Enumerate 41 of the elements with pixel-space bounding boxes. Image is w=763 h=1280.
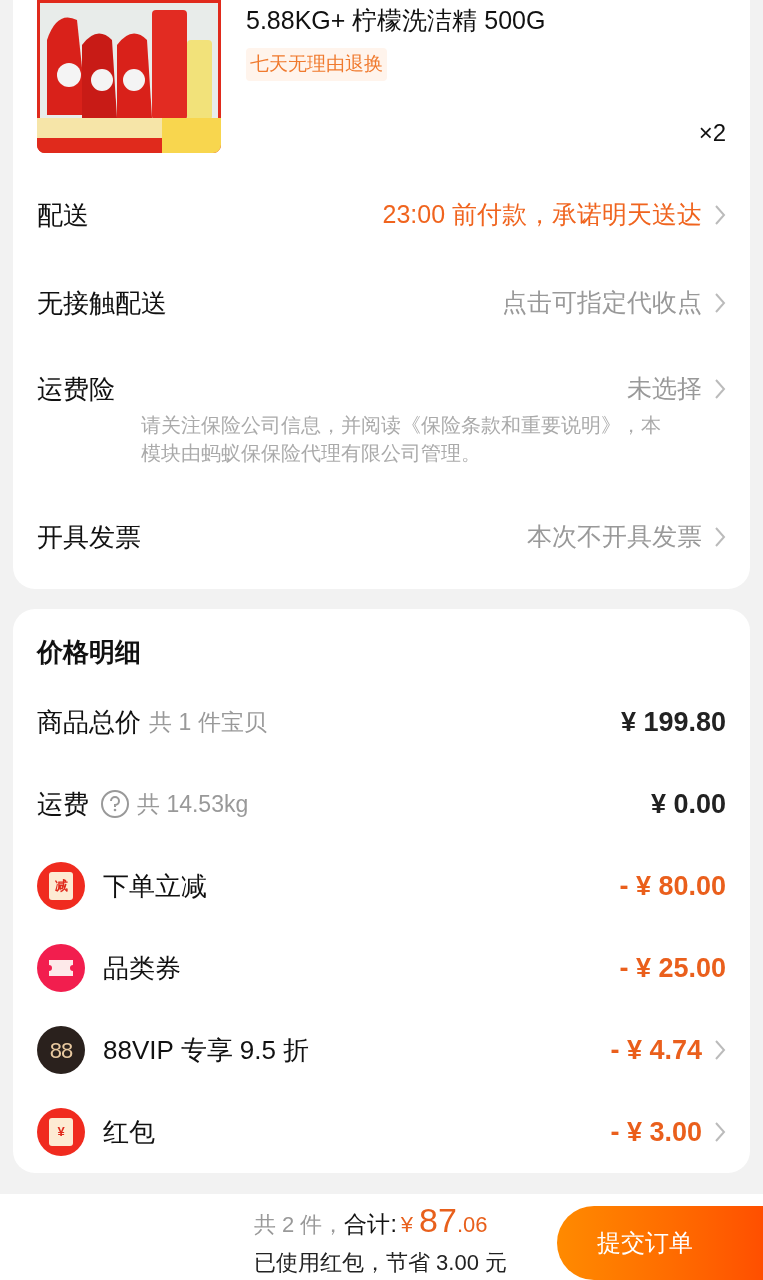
vip-badge-icon: 88 — [37, 1026, 85, 1074]
option-label: 开具发票 — [37, 520, 141, 554]
chevron-icon — [714, 526, 726, 548]
price-label: 88VIP 专享 9.5 折 — [103, 1033, 310, 1067]
option-value-link[interactable]: 未选择 — [627, 370, 726, 408]
help-icon[interactable] — [101, 790, 129, 818]
option-value-link[interactable]: 23:00 前付款，承诺明天送达 — [382, 196, 726, 234]
price-amount: - ¥ 25.00 — [619, 951, 726, 985]
price-amount: - ¥ 4.74 — [610, 1033, 702, 1067]
option-label: 配送 — [37, 198, 89, 232]
envelope-icon: ¥ — [37, 1108, 85, 1156]
price-label: 品类券 — [103, 951, 181, 985]
chevron-icon — [714, 292, 726, 314]
quantity-text: ×2 — [698, 119, 726, 146]
option-label: 无接触配送 — [37, 286, 167, 320]
insurance-note: 请关注保险公司信息，并阅读《保险条款和重要说明》，本模块由蚂蚁保保险代理有限公司管理。 — [140, 413, 662, 466]
savings-text: 已使用红包，节省 3.00 元 — [254, 1249, 508, 1277]
section-title: 价格明细 — [37, 636, 142, 669]
product-title: 5.88KG+ 柠檬洗洁精 500G — [246, 5, 547, 36]
price-label: 红包 — [103, 1115, 155, 1149]
submit-order-button[interactable]: 提交订单 — [557, 1206, 763, 1280]
chevron-icon — [714, 378, 726, 400]
price-amount: ¥ 199.80 — [620, 705, 726, 739]
option-label: 运费险 — [37, 372, 115, 406]
option-value-link[interactable]: 本次不开具发票 — [527, 518, 726, 556]
envelope-icon: 减 — [37, 862, 85, 910]
price-sublabel: 共 1 件宝贝 — [149, 707, 267, 737]
ticket-icon — [37, 944, 85, 992]
price-label: 商品总价 — [37, 705, 141, 739]
price-amount: - ¥ 80.00 — [619, 869, 726, 903]
total-amount: ¥ 87.06 — [400, 1200, 488, 1241]
item-count: 共 2 件， — [254, 1211, 345, 1239]
total-label: 合计: — [344, 1210, 397, 1239]
option-value-link[interactable]: 点击可指定代收点 — [502, 284, 726, 322]
price-sublabel: 共 14.53kg — [137, 789, 249, 819]
price-amount: - ¥ 3.00 — [610, 1115, 702, 1149]
price-label: 运费 — [37, 787, 89, 821]
return-policy-badge: 七天无理由退换 — [246, 48, 387, 81]
price-label: 下单立减 — [103, 869, 207, 903]
price-amount: ¥ 0.00 — [650, 787, 726, 821]
chevron-icon — [714, 204, 726, 226]
